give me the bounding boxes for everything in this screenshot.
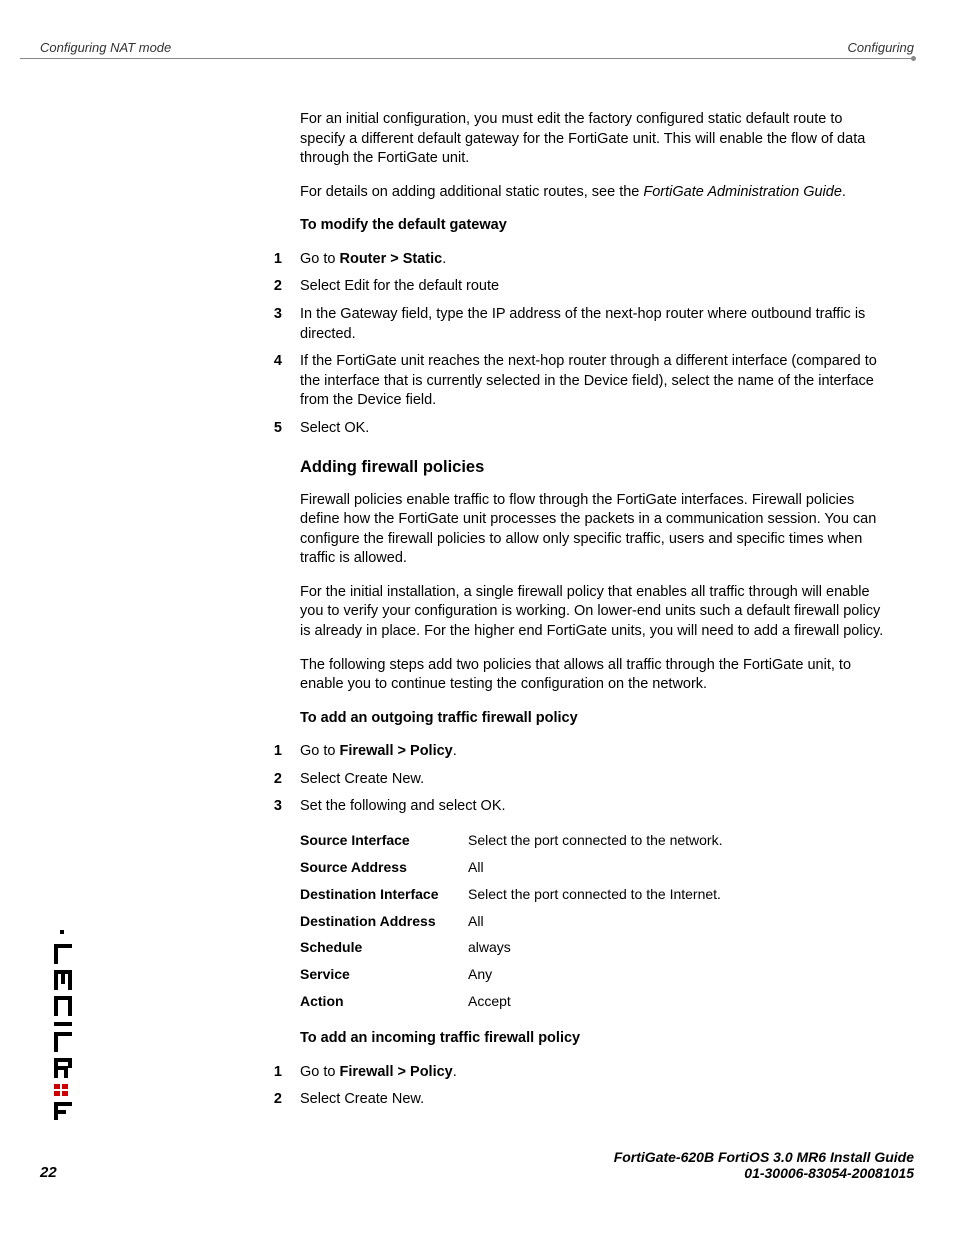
outgoing-policy-steps: 1 Go to Firewall > Policy. 2 Select Crea…: [300, 742, 890, 817]
firewall-p1: Firewall policies enable traffic to flow…: [300, 491, 890, 569]
page-header: Configuring NAT mode Configuring: [40, 40, 914, 55]
modify-gateway-heading: To modify the default gateway: [300, 216, 890, 236]
page-number: 22: [40, 1164, 57, 1181]
fortinet-logo: [50, 930, 78, 1125]
header-rule: [20, 58, 914, 59]
header-right: Configuring: [848, 40, 915, 55]
step-item: 2 Select Create New.: [300, 770, 890, 790]
step-item: 3 In the Gateway field, type the IP addr…: [300, 305, 890, 344]
outgoing-policy-heading: To add an outgoing traffic firewall poli…: [300, 709, 890, 729]
body-content: For an initial configuration, you must e…: [300, 110, 890, 1124]
firewall-section-title: Adding firewall policies: [300, 456, 890, 478]
table-row: Destination AddressAll: [300, 912, 890, 931]
firewall-p2: For the initial installation, a single f…: [300, 583, 890, 642]
page-footer: 22 FortiGate-620B FortiOS 3.0 MR6 Instal…: [40, 1149, 914, 1181]
header-left: Configuring NAT mode: [40, 40, 171, 55]
step-item: 1 Go to Firewall > Policy.: [300, 1063, 890, 1083]
table-row: Destination InterfaceSelect the port con…: [300, 885, 890, 904]
firewall-p3: The following steps add two policies tha…: [300, 656, 890, 695]
step-item: 3 Set the following and select OK.: [300, 797, 890, 817]
table-row: ActionAccept: [300, 992, 890, 1011]
policy-settings-table: Source InterfaceSelect the port connecte…: [300, 831, 890, 1011]
modify-gateway-steps: 1 Go to Router > Static. 2 Select Edit f…: [300, 250, 890, 439]
step-item: 2 Select Edit for the default route: [300, 277, 890, 297]
intro-p2: For details on adding additional static …: [300, 183, 890, 203]
table-row: Source InterfaceSelect the port connecte…: [300, 831, 890, 850]
table-row: ServiceAny: [300, 965, 890, 984]
incoming-policy-heading: To add an incoming traffic firewall poli…: [300, 1029, 890, 1049]
table-row: Schedulealways: [300, 938, 890, 957]
step-item: 5 Select OK.: [300, 419, 890, 439]
incoming-policy-steps: 1 Go to Firewall > Policy. 2 Select Crea…: [300, 1063, 890, 1110]
doc-info: FortiGate-620B FortiOS 3.0 MR6 Install G…: [614, 1149, 914, 1181]
step-item: 1 Go to Router > Static.: [300, 250, 890, 270]
document-page: Configuring NAT mode Configuring For an …: [0, 0, 954, 1235]
step-item: 2 Select Create New.: [300, 1090, 890, 1110]
table-row: Source AddressAll: [300, 858, 890, 877]
intro-p1: For an initial configuration, you must e…: [300, 110, 890, 169]
step-item: 4 If the FortiGate unit reaches the next…: [300, 352, 890, 411]
step-item: 1 Go to Firewall > Policy.: [300, 742, 890, 762]
